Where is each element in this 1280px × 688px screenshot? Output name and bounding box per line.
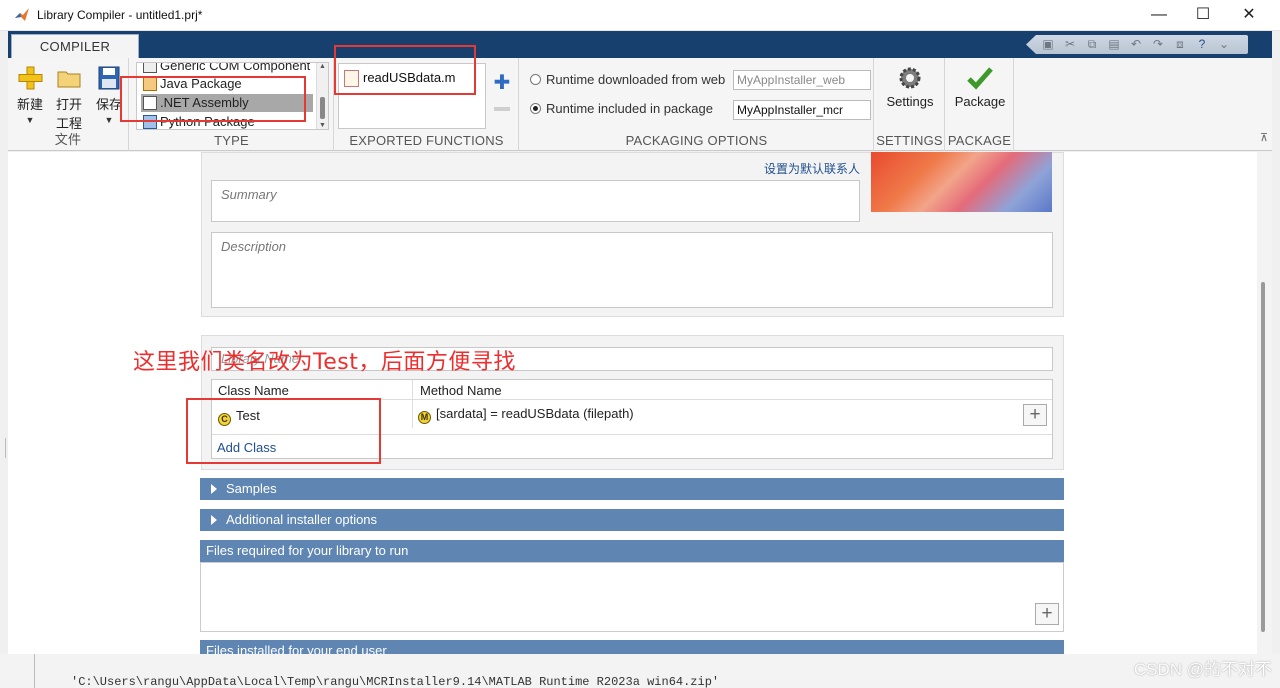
chevron-down-icon: ▼ — [25, 115, 35, 125]
checkmark-icon — [967, 67, 993, 90]
folder-icon — [57, 71, 81, 88]
package-section: Package PACKAGE — [946, 58, 1014, 151]
plus-icon — [18, 66, 43, 90]
type-section-label: TYPE — [214, 133, 249, 148]
scroll-thumb[interactable] — [320, 97, 325, 119]
highlight-exported-function — [334, 45, 476, 95]
runtime-web-label: Runtime downloaded from web — [546, 72, 726, 87]
window-title: Library Compiler - untitled1.prj* — [37, 8, 203, 22]
packaging-section-label: PACKAGING OPTIONS — [625, 133, 768, 148]
title-bar: Library Compiler - untitled1.prj* — ☐ ✕ — [0, 0, 1280, 31]
save-icon[interactable]: ▣ — [1040, 37, 1056, 52]
collapse-ribbon-icon[interactable]: ⊼ — [1260, 131, 1268, 144]
samples-section-bar[interactable]: Samples — [200, 478, 1064, 500]
type-item-com[interactable]: Generic COM Component — [141, 62, 313, 75]
description-field[interactable]: Description — [211, 232, 1053, 308]
settings-section: Settings SETTINGS — [875, 58, 945, 151]
runtime-included-label: Runtime included in package — [546, 101, 713, 116]
files-required-bar: Files required for your library to run — [200, 540, 1064, 562]
method-name-value: [sardata] = readUSBdata (filepath) — [436, 406, 634, 421]
files-installed-bar: Files installed for your end user — [200, 640, 1064, 654]
runtime-web-radio[interactable]: Runtime downloaded from web — [530, 72, 725, 87]
additional-label: Additional installer options — [226, 512, 378, 527]
settings-section-label: SETTINGS — [876, 133, 943, 148]
splash-image[interactable] — [871, 152, 1052, 212]
file-section-label: 文件 — [54, 132, 82, 147]
command-window-strip: 'C:\Users\rangu\AppData\Local\Temp\rangu… — [0, 654, 1280, 688]
files-required-box: + — [200, 562, 1064, 632]
class-name-header: Class Name — [218, 383, 289, 398]
new-label: 新建 — [16, 97, 43, 112]
installer-path-text: 'C:\Users\rangu\AppData\Local\Temp\rangu… — [71, 675, 720, 688]
radio-included[interactable] — [530, 103, 541, 114]
runtime-web-input[interactable]: MyAppInstaller_web — [733, 70, 871, 90]
file-section: 新建 ▼ 打开 工程 保存 ▼ 文件 — [8, 58, 129, 151]
redo-icon[interactable]: ↷ — [1150, 37, 1166, 52]
main-scroll-thumb[interactable] — [1261, 282, 1265, 632]
open-label: 打开 — [55, 97, 82, 112]
matlab-icon — [15, 8, 29, 21]
highlight-net-assembly — [120, 76, 306, 122]
package-button[interactable]: Package — [950, 66, 1010, 109]
gear-icon — [899, 67, 921, 89]
paste-icon[interactable]: ▤ — [1106, 37, 1122, 52]
cut-icon[interactable]: ✂ — [1062, 37, 1078, 52]
set-default-contact-link[interactable]: 设置为默认联系人 — [764, 160, 860, 177]
save-label: 保存 — [95, 97, 122, 112]
toolstrip-tabs: COMPILER ▣ ✂ ⧉ ▤ ↶ ↷ ⧈ ? ⌄ — [8, 31, 1272, 58]
help-icon[interactable]: ? — [1194, 37, 1210, 52]
highlight-class-name — [186, 398, 381, 464]
minimize-button[interactable]: — — [1144, 4, 1174, 26]
files-installed-label: Files installed for your end user — [206, 643, 387, 654]
open-project-button[interactable]: 打开 工程 — [52, 66, 86, 132]
runtime-included-input[interactable]: MyAppInstaller_mcr — [733, 100, 871, 120]
add-function-button[interactable]: ✚ — [493, 70, 511, 95]
settings-label: Settings — [886, 94, 934, 109]
maximize-button[interactable]: ☐ — [1188, 4, 1218, 26]
summary-field[interactable]: Summary — [211, 180, 860, 222]
close-button[interactable]: ✕ — [1234, 4, 1264, 26]
left-splitter — [0, 438, 6, 458]
method-name-header: Method Name — [420, 383, 502, 398]
main-scrollbar[interactable] — [1257, 152, 1272, 654]
settings-button[interactable]: Settings — [879, 66, 941, 109]
window-switch-icon[interactable]: ⧈ — [1172, 37, 1188, 52]
expand-arrow-icon — [211, 515, 217, 525]
watermark: CSDN @的不对不 — [1133, 660, 1272, 679]
scroll-down-icon[interactable]: ▼ — [319, 122, 326, 129]
runtime-included-radio[interactable]: Runtime included in package — [530, 101, 713, 116]
type-item-label: Generic COM Component — [160, 62, 311, 73]
add-file-button[interactable]: + — [1035, 603, 1059, 625]
files-required-label: Files required for your library to run — [206, 543, 409, 558]
radio-web[interactable] — [530, 74, 541, 85]
exported-section-label: EXPORTED FUNCTIONS — [349, 133, 504, 148]
left-edge — [34, 654, 35, 688]
method-m-icon: M — [418, 411, 431, 424]
method-cell[interactable]: M [sardata] = readUSBdata (filepath) — [418, 406, 634, 424]
new-button[interactable]: 新建 ▼ — [13, 66, 47, 125]
floppy-icon — [98, 66, 120, 90]
quick-access-toolbar: ▣ ✂ ⧉ ▤ ↶ ↷ ⧈ ? ⌄ — [1026, 35, 1248, 54]
package-label: Package — [954, 94, 1006, 109]
scroll-up-icon[interactable]: ▲ — [319, 63, 326, 70]
table-header — [212, 380, 1052, 400]
menu-down-icon[interactable]: ⌄ — [1216, 37, 1232, 52]
package-section-label: PACKAGE — [947, 133, 1012, 148]
add-method-button[interactable]: + — [1023, 404, 1047, 426]
com-icon — [143, 63, 157, 73]
annotation-text: 这里我们类名改为Test，后面方便寻找 — [133, 350, 516, 375]
type-list-scrollbar[interactable]: ▲ ▼ — [316, 63, 328, 129]
expand-arrow-icon — [211, 484, 217, 494]
samples-label: Samples — [226, 481, 277, 496]
copy-icon[interactable]: ⧉ — [1084, 37, 1100, 52]
undo-icon[interactable]: ↶ — [1128, 37, 1144, 52]
remove-function-button[interactable] — [494, 107, 510, 111]
add-plus-icon: ✚ — [493, 72, 511, 94]
tab-compiler[interactable]: COMPILER — [11, 34, 139, 58]
additional-options-bar[interactable]: Additional installer options — [200, 509, 1064, 531]
